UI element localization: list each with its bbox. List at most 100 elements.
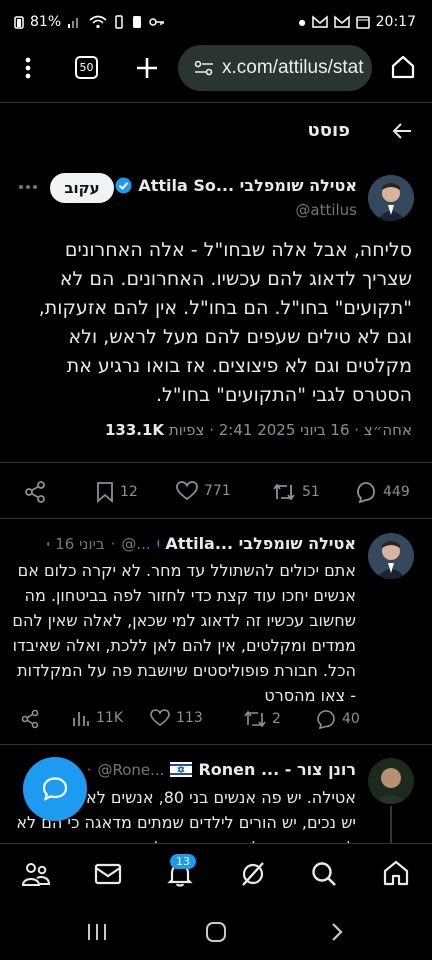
browser-menu-icon[interactable] <box>20 56 36 80</box>
bookmark-icon <box>97 482 113 503</box>
gmail-icon-2 <box>333 15 350 28</box>
verified-badge-icon <box>157 537 160 550</box>
key-icon <box>149 18 165 26</box>
status-right: ● 20:17 <box>299 14 416 30</box>
reply1-reply-count: 40 <box>342 711 360 727</box>
heart-icon <box>176 481 198 501</box>
battery-percent: 81% <box>30 14 62 30</box>
reply1-avatar[interactable] <box>368 533 414 579</box>
israel-flag-icon <box>170 762 193 777</box>
retweet-icon <box>273 483 295 501</box>
clock: 20:17 <box>375 14 416 30</box>
vibrate-icon <box>115 15 123 29</box>
home-nav-icon[interactable] <box>382 859 410 887</box>
avatar-image <box>368 758 414 804</box>
gmail-icon <box>311 15 328 28</box>
reply-divider <box>0 744 432 745</box>
url-text: x.com/attilus/stat <box>222 57 364 78</box>
thread-line <box>390 806 392 846</box>
bookmark-count: 12 <box>120 484 138 500</box>
reply1-more-icon[interactable] <box>46 541 50 547</box>
author-name[interactable]: Attila So... אטילה שומפלבי <box>138 176 357 195</box>
notifications-badge: 13 <box>170 854 196 869</box>
reply-icon <box>317 710 335 729</box>
share-icon <box>21 709 39 729</box>
like-count: 771 <box>204 483 231 499</box>
retweet-button[interactable]: 51 <box>272 481 320 503</box>
system-nav <box>0 904 432 960</box>
calendar-icon <box>355 16 370 29</box>
post-header: פוסט <box>0 104 432 158</box>
author-handle[interactable]: @attilus <box>295 201 357 219</box>
views-chart-icon <box>73 712 89 726</box>
url-bar[interactable]: x.com/attilus/stat <box>178 45 372 91</box>
reply1-views-count: 11K <box>96 710 123 726</box>
separator-dot: · <box>86 760 92 779</box>
reply2-name[interactable]: Ronen ... - רונן צור <box>198 760 356 779</box>
thread-divider <box>0 518 432 519</box>
status-bar: 81% ● 20:17 <box>0 0 432 46</box>
back-button-icon[interactable] <box>330 922 344 942</box>
home-icon[interactable] <box>390 54 416 80</box>
tweet-actions: 12 771 51 449 <box>0 472 432 512</box>
browser-bar: 50 x.com/attilus/stat <box>0 44 432 94</box>
reply1-reply-button[interactable]: 40 <box>316 709 360 729</box>
recent-apps-icon[interactable] <box>86 923 108 941</box>
heart-icon <box>150 709 170 726</box>
reply1-date: 16 ביוני <box>55 534 105 553</box>
dot-icon: ● <box>298 17 306 27</box>
author-avatar[interactable] <box>368 175 414 221</box>
browser-divider <box>0 102 432 103</box>
views-label: צפיות <box>168 421 205 439</box>
retweet-count: 51 <box>302 484 320 500</box>
bottom-nav: 13 <box>0 843 432 903</box>
views-count: 133.1K <box>104 421 165 439</box>
follow-label: עקוב <box>64 179 100 197</box>
meta-divider <box>0 462 432 463</box>
reply1-retweet-button[interactable]: 2 <box>244 709 281 729</box>
grok-icon[interactable] <box>239 860 267 888</box>
share-icon <box>25 481 45 503</box>
follow-button[interactable]: עקוב <box>50 173 114 203</box>
bookmark-button[interactable]: 12 <box>96 481 138 503</box>
back-arrow-icon[interactable] <box>392 122 412 140</box>
home-button-icon[interactable] <box>205 921 227 943</box>
reply1-views[interactable]: 11K <box>72 709 123 727</box>
status-left: 81% <box>14 14 165 30</box>
author-name-row: Attila So... אטילה שומפלבי <box>115 176 357 195</box>
wifi-icon <box>89 15 107 29</box>
like-button[interactable]: 771 <box>176 481 231 501</box>
chat-bubble-icon <box>42 777 68 802</box>
page-title: פוסט <box>307 120 350 141</box>
reply-count: 449 <box>383 484 410 500</box>
reply1-like-count: 113 <box>176 710 203 726</box>
messages-icon[interactable] <box>94 863 122 885</box>
reply1-header: 16 ביוני · @... Attila... אטילה שומפלבי <box>46 534 356 553</box>
reply1-handle[interactable]: @... <box>121 535 150 553</box>
new-tab-icon[interactable] <box>135 56 159 80</box>
battery-saver-icon <box>133 16 142 28</box>
avatar-image <box>368 533 414 579</box>
reply-icon <box>357 482 375 503</box>
signal-icon <box>68 18 79 28</box>
communities-icon[interactable] <box>21 861 51 887</box>
reply2-handle[interactable]: @Rone... <box>97 761 164 779</box>
more-options-icon[interactable] <box>18 184 38 190</box>
share-button[interactable] <box>24 481 46 503</box>
tweet-date: אחה״צ · 16 ביוני 2025 2:41 <box>218 421 412 439</box>
reply1-share-button[interactable] <box>20 709 40 729</box>
reply1-like-button[interactable]: 113 <box>150 709 203 727</box>
compose-fab[interactable] <box>23 757 87 821</box>
reply2-header: ביוני · @Rone... Ronen ... - רונן צור <box>55 760 356 779</box>
reply1-name[interactable]: Attila... אטילה שומפלבי <box>165 534 356 553</box>
reply-button[interactable]: 449 <box>355 481 410 503</box>
tweet-meta: אחה״צ · 16 ביוני 2025 2:41 · צפיות 133.1… <box>104 421 412 439</box>
retweet-icon <box>244 710 266 728</box>
separator-dot: · <box>110 534 116 553</box>
reply2-avatar[interactable] <box>368 758 414 804</box>
reply1-retweet-count: 2 <box>272 711 281 727</box>
site-settings-icon[interactable] <box>194 59 214 77</box>
search-icon[interactable] <box>310 860 338 888</box>
tab-count-button[interactable]: 50 <box>75 56 98 79</box>
reply1-actions: 11K 113 2 40 <box>0 702 432 742</box>
